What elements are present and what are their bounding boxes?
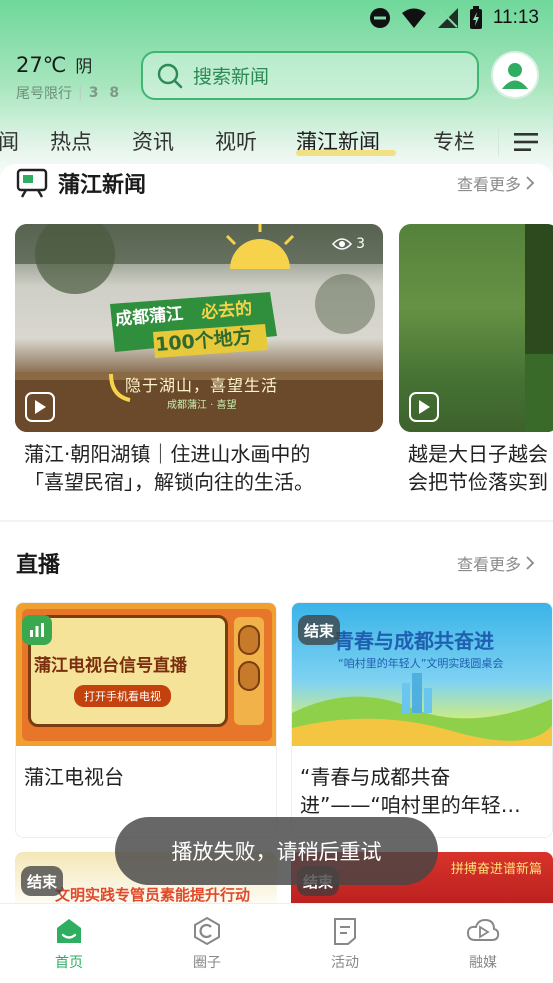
live-bars-icon xyxy=(30,623,44,637)
news-section-title: 蒲江新闻 xyxy=(58,173,147,198)
weather-condition: 阴 xyxy=(75,57,93,77)
tv-knob xyxy=(238,625,260,655)
thumb-text: 文明实践专管员素能提升行动 xyxy=(55,886,251,904)
live-card[interactable]: 蒲江电视台信号直播 打开手机看电视 蒲江电视台 xyxy=(15,602,277,838)
toast-message: 播放失败，请稍后重试 xyxy=(115,817,438,885)
view-count-value: 3 xyxy=(356,236,365,252)
tab-hot[interactable]: 热点 xyxy=(50,126,92,156)
tv-news-icon xyxy=(16,168,48,198)
home-icon xyxy=(57,919,81,943)
thumb-subtitle: “咱村里的年轻人”文明实践圆桌会 xyxy=(338,657,504,670)
live-title: “青春与成都共奋进”——“咱村里的年轻… xyxy=(300,765,521,817)
weather-temperature: 27℃ xyxy=(16,53,67,77)
ended-badge: 结束 xyxy=(298,615,341,645)
user-icon xyxy=(502,63,528,89)
nav-label: 圈子 xyxy=(193,955,221,971)
nav-label: 首页 xyxy=(55,955,83,971)
restriction-label: 尾号限行 xyxy=(16,86,72,102)
channel-tabs: 闻 热点 资讯 视听 蒲江新闻 专栏 xyxy=(0,120,553,164)
play-icon xyxy=(35,400,46,414)
video-title-line1: 蒲江·朝阳湖镇｜住进山水画中的 xyxy=(24,442,311,466)
nav-circle[interactable]: 圈子 xyxy=(172,916,242,972)
section-divider xyxy=(0,520,553,522)
live-thumbnail: 蒲江电视台信号直播 打开手机看电视 xyxy=(16,603,276,746)
chevron-right-icon xyxy=(526,556,535,570)
view-count: 3 xyxy=(332,236,365,252)
more-label: 查看更多 xyxy=(456,555,521,574)
video-title[interactable]: 蒲江·朝阳湖镇｜住进山水画中的 「喜望民宿」，解锁向往的生活。 xyxy=(24,440,384,496)
do-not-disturb-icon xyxy=(369,8,390,28)
thumb-title: 蒲江电视台信号直播 xyxy=(34,656,187,676)
wifi-icon xyxy=(401,8,426,28)
tab-media[interactable]: 视听 xyxy=(215,126,257,156)
status-bar: 11:13 xyxy=(0,0,553,40)
menu-icon xyxy=(514,133,538,151)
thumb-title: 青春与成都共奋进 xyxy=(334,629,494,653)
nav-home[interactable]: 首页 xyxy=(34,916,104,972)
thumb-tag: 必去的 xyxy=(200,298,253,324)
ended-badge: 结束 xyxy=(21,866,64,896)
cloud-play-icon xyxy=(466,918,500,941)
news-more-link[interactable]: 查看更多 xyxy=(457,171,535,195)
video-title-line2: 会把节俭落实到 xyxy=(408,470,548,494)
tab-column[interactable]: 专栏 xyxy=(433,126,475,156)
play-button[interactable] xyxy=(25,392,55,422)
nav-label: 融媒 xyxy=(469,955,497,971)
live-badge xyxy=(22,615,52,645)
search-input[interactable]: 搜索新闻 xyxy=(141,51,479,100)
news-section-header: 蒲江新闻 查看更多 xyxy=(16,167,537,199)
status-time: 11:13 xyxy=(492,7,539,28)
eye-icon xyxy=(332,238,353,250)
search-placeholder: 搜索新闻 xyxy=(193,66,270,88)
battery-charging-icon xyxy=(469,6,482,29)
live-section-title: 直播 xyxy=(16,553,61,578)
tab-partial[interactable]: 闻 xyxy=(0,126,19,156)
thumb-credit: 成都蒲江 · 喜望 xyxy=(167,400,237,411)
active-tab-indicator xyxy=(296,150,396,156)
bottom-nav: 首页 圈子 活动 融媒 xyxy=(0,903,553,983)
thumb-text: 拼搏奋进谱新篇 xyxy=(451,862,543,877)
live-section-header: 直播 查看更多 xyxy=(16,547,537,579)
thumb-button: 打开手机看电视 xyxy=(74,685,171,707)
restriction-numbers: 3 8 xyxy=(88,85,123,101)
nav-label: 活动 xyxy=(331,955,359,971)
hexagon-c-icon xyxy=(194,916,220,946)
thumb-slogan: 隐于湖山，喜望生活 xyxy=(125,376,279,395)
video-title[interactable]: 越是大日子越会 会把节俭落实到 xyxy=(408,440,553,496)
video-card-partial[interactable] xyxy=(399,224,553,432)
play-icon xyxy=(419,400,430,414)
video-card[interactable]: 成都蒲江 必去的 100个地方 隐于湖山，喜望生活 成都蒲江 · 喜望 3 xyxy=(15,224,383,432)
tv-knob xyxy=(238,661,260,691)
weather-widget[interactable]: 27℃ 阴 尾号限行 | 3 8 xyxy=(16,52,122,103)
tab-news[interactable]: 资讯 xyxy=(132,126,174,156)
play-button[interactable] xyxy=(409,392,439,422)
live-card[interactable]: 青春与成都共奋进 “咱村里的年轻人”文明实践圆桌会 结束 “青春与成都共奋进”—… xyxy=(291,602,553,838)
status-icons: 11:13 xyxy=(369,6,539,30)
live-more-link[interactable]: 查看更多 xyxy=(457,551,535,575)
live-thumbnail: 青春与成都共奋进 “咱村里的年轻人”文明实践圆桌会 结束 xyxy=(292,603,552,746)
live-title: 蒲江电视台 xyxy=(24,765,124,789)
nav-activity[interactable]: 活动 xyxy=(310,916,380,972)
no-signal-icon xyxy=(437,8,458,28)
separator: | xyxy=(78,85,83,101)
video-title-line2: 「喜望民宿」，解锁向往的生活。 xyxy=(24,470,314,494)
nav-media[interactable]: 融媒 xyxy=(448,916,518,972)
video-title-line1: 越是大日子越会 xyxy=(408,442,548,466)
chevron-right-icon xyxy=(526,176,535,190)
more-label: 查看更多 xyxy=(456,175,521,194)
channel-menu-button[interactable] xyxy=(498,128,553,156)
avatar[interactable] xyxy=(491,51,539,99)
document-icon xyxy=(334,918,356,945)
search-icon xyxy=(157,63,183,88)
